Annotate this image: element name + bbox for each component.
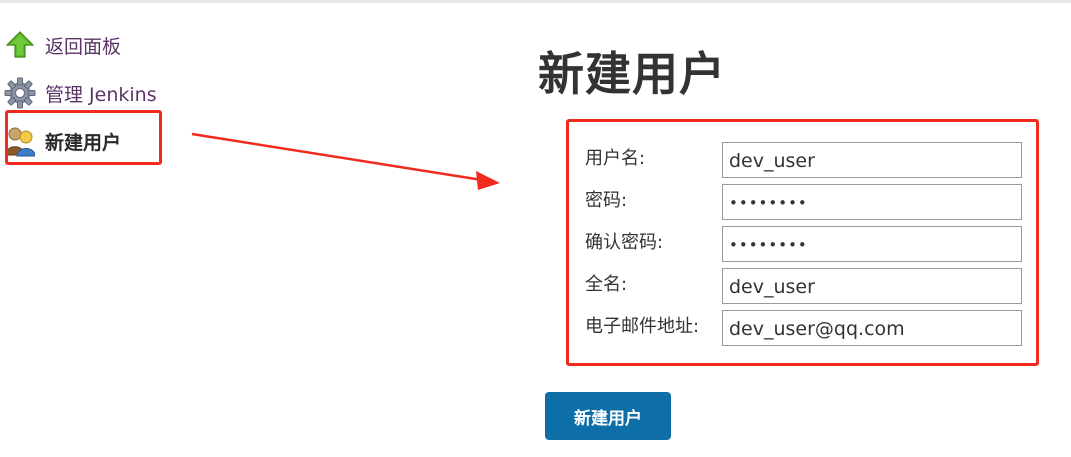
sidebar-item-back-to-dashboard[interactable]: 返回面板 — [4, 27, 121, 63]
email-label: 电子邮件地址: — [585, 316, 700, 337]
confirm-password-row: 确认密码: — [585, 226, 1025, 262]
fullname-label: 全名: — [585, 274, 628, 295]
email-row: 电子邮件地址: — [585, 310, 1025, 346]
confirm-password-label: 确认密码: — [585, 232, 664, 253]
sidebar-item-label: 管理 Jenkins — [45, 83, 157, 106]
username-label: 用户名: — [585, 148, 646, 169]
create-user-button[interactable]: 新建用户 — [545, 392, 671, 440]
sidebar-item-label: 返回面板 — [45, 35, 122, 58]
fullname-input[interactable] — [722, 268, 1022, 304]
sidebar-highlight-box — [5, 110, 162, 165]
up-arrow-icon — [4, 29, 36, 61]
page-title: 新建用户 — [538, 47, 726, 101]
password-row: 密码: — [585, 184, 1025, 220]
username-row: 用户名: — [585, 142, 1025, 178]
email-field[interactable] — [722, 310, 1022, 346]
fullname-row: 全名: — [585, 268, 1025, 304]
password-input[interactable] — [722, 184, 1022, 220]
page: 返回面板 管理 Jenkins 新建用户 新建用户 用户名: dev_user … — [0, 0, 1071, 457]
top-divider — [0, 0, 1071, 3]
username-input[interactable] — [722, 142, 1022, 178]
gear-icon — [4, 77, 36, 109]
sidebar-item-manage-jenkins[interactable]: 管理 Jenkins — [4, 75, 157, 111]
confirm-password-input[interactable] — [722, 226, 1022, 262]
password-label: 密码: — [585, 190, 628, 211]
